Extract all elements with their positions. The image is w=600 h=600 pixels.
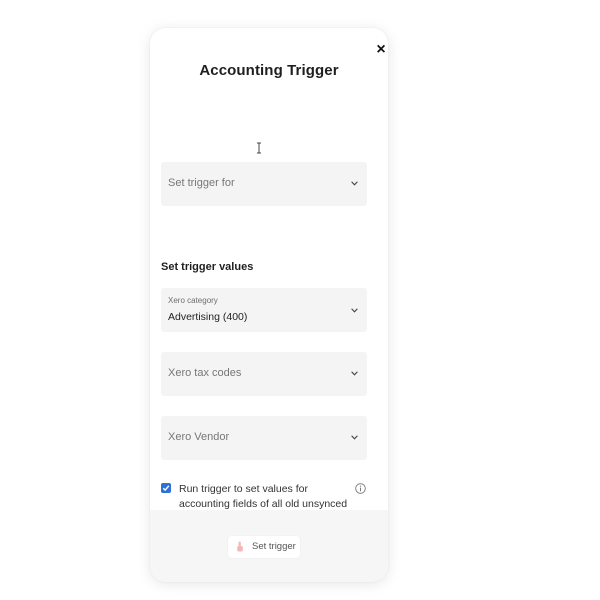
xero-tax-codes-select[interactable]: Xero tax codes [161, 352, 367, 396]
chevron-down-icon [351, 435, 358, 440]
chevron-down-icon [351, 181, 358, 186]
section-heading: Set trigger values [161, 261, 254, 273]
stage: Accounting Trigger Set trigger for Set t… [0, 0, 600, 600]
xero-vendor-select[interactable]: Xero Vendor [161, 416, 367, 460]
xero-tax-codes-placeholder: Xero tax codes [168, 367, 242, 379]
xero-category-select[interactable]: Xero category Advertising (400) [161, 288, 367, 332]
modal-body: Set trigger for Set trigger values Xero … [150, 106, 388, 525]
xero-vendor-placeholder: Xero Vendor [168, 431, 230, 443]
info-icon[interactable] [355, 483, 366, 494]
text-cursor-icon [257, 142, 261, 154]
xero-category-label: Xero category [168, 296, 218, 305]
modal-title: Accounting Trigger [199, 62, 339, 79]
run-old-transactions-checkbox[interactable] [161, 483, 171, 493]
checkmark-icon [162, 485, 170, 492]
close-button[interactable]: × [374, 42, 388, 58]
set-trigger-label: Set trigger [252, 541, 296, 552]
modal-header: Accounting Trigger [150, 28, 388, 106]
chevron-down-icon [351, 371, 358, 376]
chevron-down-icon [351, 308, 358, 313]
hand-pointer-icon [237, 541, 243, 552]
set-trigger-for-placeholder: Set trigger for [168, 177, 235, 189]
set-trigger-button[interactable]: Set trigger [228, 536, 300, 558]
set-trigger-for-select[interactable]: Set trigger for [161, 162, 367, 206]
xero-category-value: Advertising (400) [168, 311, 248, 323]
modal-footer: Set trigger [150, 510, 388, 582]
accounting-trigger-modal: Accounting Trigger Set trigger for Set t… [150, 28, 388, 582]
